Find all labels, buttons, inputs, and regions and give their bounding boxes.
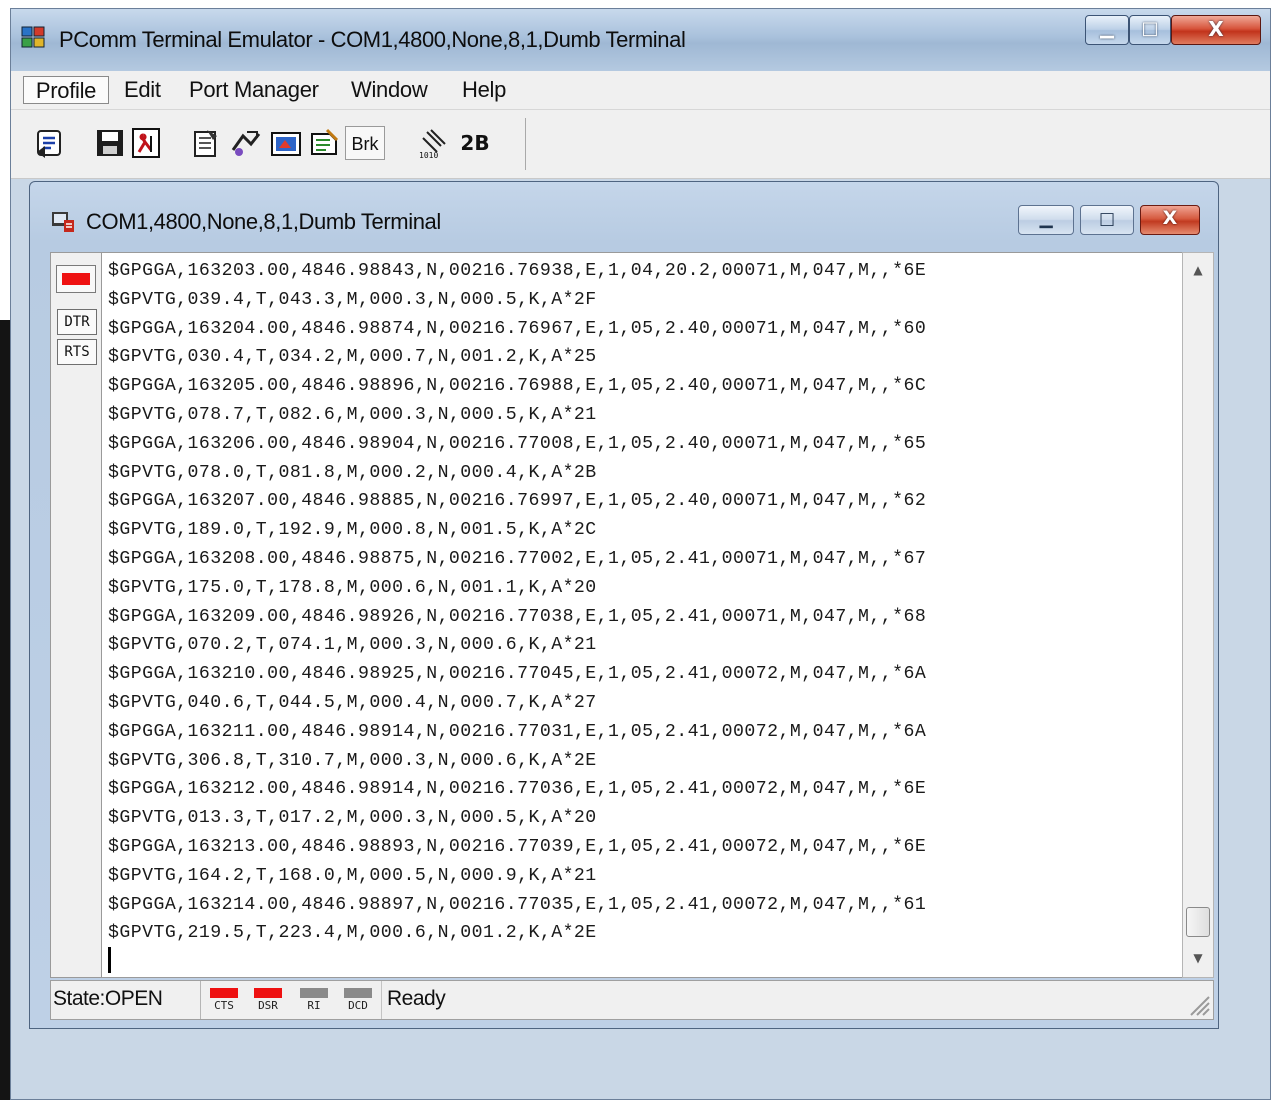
maximize-icon: □: [1141, 18, 1159, 39]
toolbar: Brk 1010 2B: [11, 110, 1270, 179]
terminal-line: $GPVTG,164.2,T,168.0,M,000.5,N,000.9,K,A…: [108, 865, 597, 886]
menu-port-manager[interactable]: Port Manager: [189, 76, 319, 104]
terminal-line: $GPGGA,163213.00,4846.98893,N,00216.7703…: [108, 836, 927, 857]
signal-panel: DTR RTS: [50, 252, 102, 978]
settings-icon[interactable]: [189, 126, 223, 160]
capture-icon[interactable]: [269, 126, 303, 160]
terminal-lines: $GPGGA,163203.00,4846.98843,N,00216.7693…: [108, 257, 926, 948]
terminal-line: $GPVTG,070.2,T,074.1,M,000.3,N,000.6,K,A…: [108, 635, 597, 656]
dcd-indicator: DCD: [341, 987, 375, 1015]
terminal-output[interactable]: $GPGGA,163203.00,4846.98843,N,00216.7693…: [102, 252, 1182, 978]
maximize-button[interactable]: □: [1129, 15, 1171, 45]
background-edge: [0, 320, 10, 1100]
toolbar-group: Brk 1010 2B: [25, 118, 526, 170]
exit-icon[interactable]: [129, 126, 163, 160]
terminal-line: $GPVTG,078.7,T,082.6,M,000.3,N,000.5,K,A…: [108, 404, 597, 425]
resize-grip-icon[interactable]: [1185, 991, 1211, 1017]
terminal-close-button[interactable]: X: [1140, 205, 1200, 235]
terminal-minimize-button[interactable]: ▁: [1018, 205, 1074, 235]
terminal-line: $GPGGA,163214.00,4846.98897,N,00216.7703…: [108, 894, 927, 915]
terminal-line: $GPGGA,163207.00,4846.98885,N,00216.7699…: [108, 491, 927, 512]
menu-bar: Profile Edit Port Manager Window Help: [11, 71, 1270, 110]
terminal-line: $GPGGA,163208.00,4846.98875,N,00216.7700…: [108, 548, 927, 569]
terminal-line: $GPVTG,039.4,T,043.3,M,000.3,N,000.5,K,A…: [108, 289, 597, 310]
app-titlebar[interactable]: PComm Terminal Emulator - COM1,4800,None…: [11, 9, 1270, 71]
terminal-window: COM1,4800,None,8,1,Dumb Terminal ▁ □ X D…: [29, 181, 1219, 1029]
menu-window[interactable]: Window: [351, 76, 428, 104]
dsr-indicator: DSR: [251, 987, 285, 1015]
app-window: PComm Terminal Emulator - COM1,4800,None…: [10, 8, 1271, 1100]
signal-icon[interactable]: 1010: [417, 126, 451, 160]
close-button[interactable]: X: [1171, 15, 1261, 45]
line-status-led: [56, 265, 96, 293]
terminal-line: $GPGGA,163210.00,4846.98925,N,00216.7704…: [108, 664, 927, 685]
app-icon: [21, 26, 45, 48]
dial-icon[interactable]: [33, 126, 67, 160]
vertical-scrollbar[interactable]: ▲ ▼: [1182, 252, 1214, 978]
text-cursor: [108, 947, 111, 973]
close-icon: X: [1208, 17, 1224, 41]
minimize-icon: ▁: [1039, 209, 1053, 229]
terminal-line: $GPGGA,163203.00,4846.98843,N,00216.7693…: [108, 261, 927, 281]
rts-toggle-button[interactable]: RTS: [57, 339, 97, 365]
terminal-line: $GPVTG,175.0,T,178.8,M,000.6,N,001.1,K,A…: [108, 577, 597, 598]
message-field: [381, 981, 1181, 1019]
state-field: State:OPEN: [51, 981, 201, 1019]
2b-button[interactable]: 2B: [457, 126, 493, 160]
close-icon: X: [1162, 207, 1178, 229]
svg-text:1010: 1010: [419, 151, 438, 160]
minimize-icon: ▁: [1100, 18, 1114, 39]
terminal-line: $GPGGA,163206.00,4846.98904,N,00216.7700…: [108, 433, 927, 454]
status-bar: State:OPEN CTS DSR RI DCD Ready: [50, 980, 1214, 1020]
terminal-window-icon: [52, 212, 74, 232]
scroll-thumb[interactable]: [1186, 907, 1210, 937]
terminal-line: $GPGGA,163209.00,4846.98926,N,00216.7703…: [108, 606, 927, 627]
status-message: Ready: [387, 987, 446, 1010]
break-button[interactable]: Brk: [345, 126, 385, 160]
menu-profile[interactable]: Profile: [23, 76, 109, 104]
cts-indicator: CTS: [207, 987, 241, 1015]
terminal-line: $GPGGA,163204.00,4846.98874,N,00216.7696…: [108, 318, 927, 339]
scroll-down-icon[interactable]: ▼: [1183, 943, 1213, 973]
dtr-toggle-button[interactable]: DTR: [57, 309, 97, 335]
terminal-window-title: COM1,4800,None,8,1,Dumb Terminal: [86, 209, 441, 234]
terminal-maximize-button[interactable]: □: [1080, 205, 1134, 235]
scroll-up-icon[interactable]: ▲: [1183, 255, 1213, 285]
terminal-line: $GPVTG,189.0,T,192.9,M,000.8,N,001.5,K,A…: [108, 520, 597, 541]
menu-edit[interactable]: Edit: [124, 76, 161, 104]
save-icon[interactable]: [93, 126, 127, 160]
terminal-line: $GPGGA,163205.00,4846.98896,N,00216.7698…: [108, 376, 927, 397]
terminal-line: $GPVTG,040.6,T,044.5,M,000.4,N,000.7,K,A…: [108, 692, 597, 713]
app-title: PComm Terminal Emulator - COM1,4800,None…: [59, 27, 686, 52]
terminal-line: $GPGGA,163211.00,4846.98914,N,00216.7703…: [108, 721, 927, 742]
terminal-line: $GPVTG,306.8,T,310.7,M,000.3,N,000.6,K,A…: [108, 750, 597, 771]
terminal-line: $GPVTG,030.4,T,034.2,M,000.7,N,001.2,K,A…: [108, 347, 597, 368]
menu-help[interactable]: Help: [462, 76, 506, 104]
minimize-button[interactable]: ▁: [1085, 15, 1129, 45]
terminal-line: $GPGGA,163212.00,4846.98914,N,00216.7703…: [108, 779, 927, 800]
terminal-line: $GPVTG,013.3,T,017.2,M,000.3,N,000.5,K,A…: [108, 808, 597, 829]
transfer-icon[interactable]: [229, 126, 263, 160]
terminal-line: $GPVTG,219.5,T,223.4,M,000.6,N,001.2,K,A…: [108, 923, 597, 944]
connection-state: State:OPEN: [53, 987, 163, 1010]
terminal-line: $GPVTG,078.0,T,081.8,M,000.2,N,000.4,K,A…: [108, 462, 597, 483]
script-icon[interactable]: [307, 126, 341, 160]
maximize-icon: □: [1098, 209, 1116, 229]
ri-indicator: RI: [297, 987, 331, 1015]
